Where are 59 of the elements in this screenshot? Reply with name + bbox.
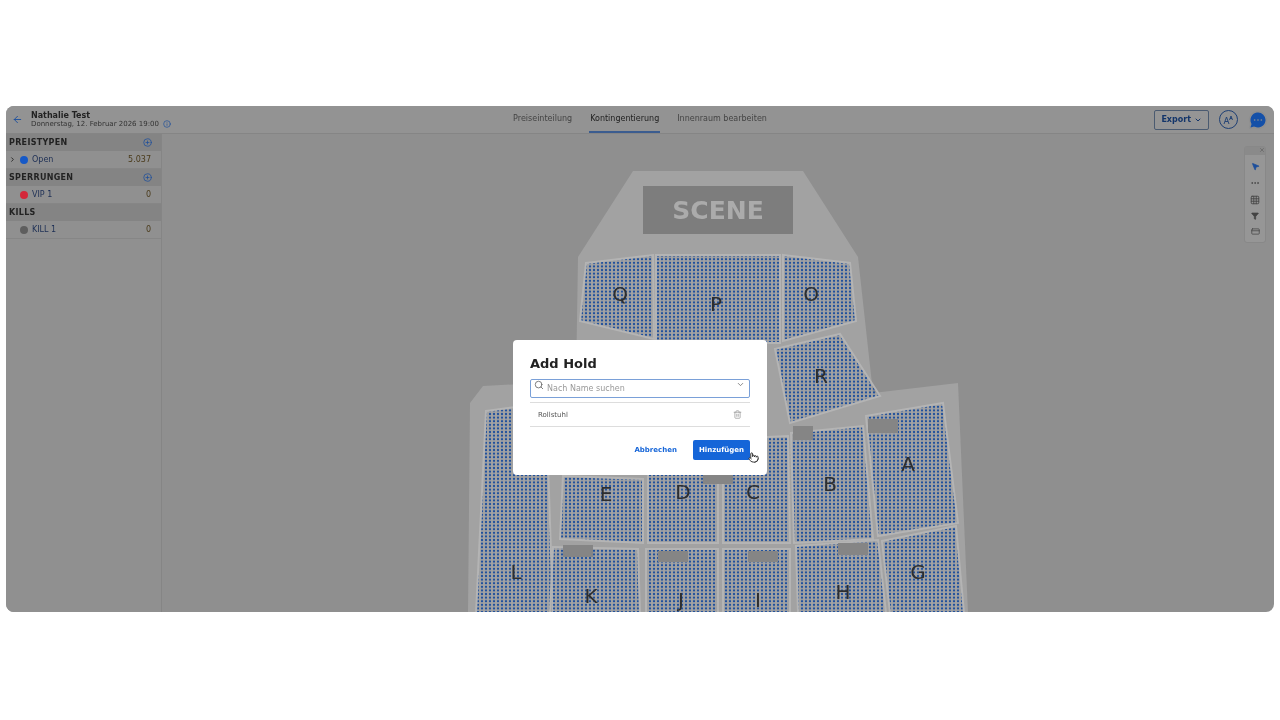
seat-section[interactable] — [645, 548, 719, 612]
tab[interactable]: Kontingentierung — [589, 106, 661, 133]
aisle-block — [703, 474, 733, 484]
row-count: 5.037 — [128, 155, 151, 164]
group-title: KILLS — [9, 208, 36, 217]
row-count: 0 — [145, 190, 151, 199]
search-icon — [534, 380, 544, 390]
section-label: G — [910, 560, 926, 584]
section-label: R — [814, 364, 828, 388]
seat-section[interactable] — [655, 254, 781, 344]
aisle-block — [838, 543, 868, 555]
pointer-icon[interactable] — [1250, 162, 1260, 171]
section-label: A — [901, 452, 915, 476]
aisle-block — [793, 426, 813, 440]
section-label: I — [755, 588, 761, 612]
export-button[interactable]: Export — [1154, 109, 1209, 130]
section-label: K — [584, 584, 598, 608]
row-count: 0 — [145, 225, 151, 234]
seat-section[interactable] — [773, 332, 882, 425]
seat-section[interactable] — [722, 548, 791, 612]
row-name: Open — [32, 155, 55, 164]
section-label: C — [746, 480, 760, 504]
filter-icon[interactable] — [1251, 212, 1259, 220]
dialog-title: Add Hold — [530, 356, 598, 371]
chat-icon[interactable] — [1248, 109, 1268, 130]
row-name: VIP 1 — [32, 190, 54, 199]
aisle-block — [563, 545, 593, 557]
chevron-down-icon[interactable] — [736, 380, 745, 389]
section-label: D — [675, 480, 691, 504]
seat-section[interactable] — [558, 474, 644, 545]
seat-section[interactable] — [880, 524, 966, 612]
seat-section[interactable] — [782, 253, 858, 343]
section-label: B — [823, 472, 837, 496]
group-title: SPERRUNGEN — [9, 173, 74, 182]
list-row[interactable]: KILL 1 0 — [6, 221, 161, 239]
grid-icon[interactable] — [1250, 195, 1260, 205]
event-title: Nathalie Test — [31, 111, 92, 120]
group-title: PREISTYPEN — [9, 138, 68, 147]
card-icon[interactable] — [1250, 227, 1260, 236]
back-icon[interactable] — [12, 114, 23, 125]
tab[interactable]: Preiseinteilung — [512, 106, 574, 133]
seat-section[interactable] — [864, 401, 960, 538]
hand-cursor-icon — [748, 452, 759, 463]
section-label: Q — [612, 282, 628, 306]
tab[interactable]: Innenraum bearbeiten — [676, 106, 768, 133]
delete-icon[interactable] — [733, 410, 742, 419]
aisle-block — [658, 551, 688, 562]
seat-section[interactable] — [548, 545, 642, 612]
section-label: L — [510, 560, 522, 584]
seat-section[interactable] — [578, 253, 655, 341]
section-label: J — [678, 588, 684, 612]
expand-icon[interactable] — [9, 156, 16, 163]
row-name: KILL 1 — [32, 225, 58, 234]
section-label: O — [803, 282, 819, 306]
section-label: H — [835, 580, 851, 604]
section-label: P — [709, 292, 723, 316]
aisle-block — [868, 419, 898, 433]
aisle-block — [748, 551, 778, 562]
search-field[interactable]: Nach Name suchen — [530, 379, 750, 398]
